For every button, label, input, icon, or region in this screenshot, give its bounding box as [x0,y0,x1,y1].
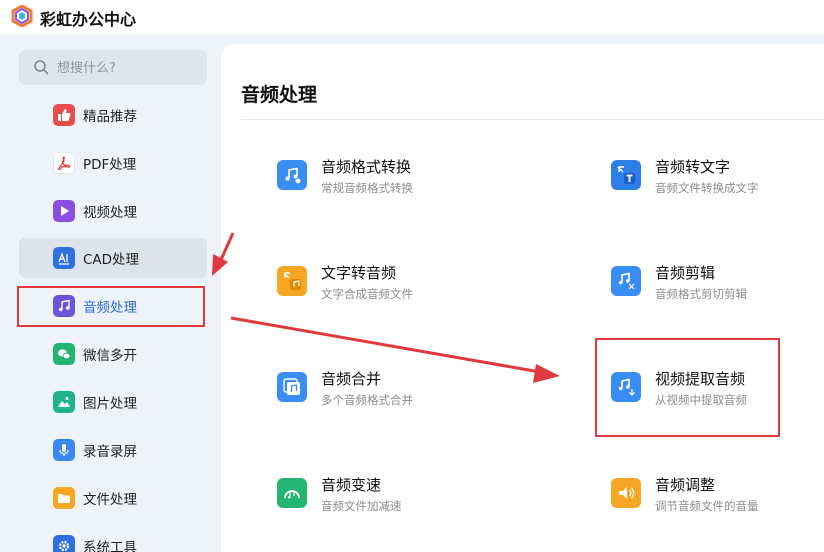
card-subtitle: 文字合成音频文件 [321,287,413,301]
card-subtitle: 音频文件转换成文字 [655,181,759,195]
volume-icon [611,478,641,508]
sidebar-item-label: CAD处理 [83,252,140,268]
page-title: 音频处理 [241,84,318,106]
sidebar-item-label: 文件处理 [83,492,137,508]
title-divider [241,119,824,120]
card-subtitle: 从视频中提取音频 [655,393,747,407]
card-subtitle: 常规音频格式转换 [321,181,413,195]
gear-icon [53,535,75,552]
music-note-icon [53,295,75,317]
card-audio-format-convert[interactable]: 音频格式转换 常规音频格式转换 [277,158,557,230]
card-subtitle: 音频格式剪切剪辑 [655,287,747,301]
sidebar-item-label: 系统工具 [83,540,137,552]
card-audio-adjust[interactable]: 音频调整 调节音频文件的音量 [611,476,824,548]
app-title: 彩虹办公中心 [40,10,137,29]
sidebar-item-wechat[interactable]: 微信多开 [19,334,207,374]
sidebar-item-recording[interactable]: 录音录屏 [19,430,207,470]
audio-convert-icon [277,160,307,190]
microphone-icon [53,439,75,461]
card-audio-merge[interactable]: 音频合并 多个音频格式合并 [277,370,557,442]
sidebar-item-label: PDF处理 [83,157,137,173]
audio-merge-icon [277,372,307,402]
card-title: 文字转音频 [321,264,397,282]
sidebar-item-audio[interactable]: 音频处理 [19,286,207,326]
sidebar-item-video[interactable]: 视频处理 [19,191,207,231]
text-to-audio-icon [277,266,307,296]
video-play-icon [53,200,75,222]
audio-to-text-icon [611,160,641,190]
audio-cut-icon [611,266,641,296]
sidebar-item-label: 视频处理 [83,205,137,221]
cad-icon [53,247,75,269]
main-panel: 音频处理 音频格式转换 常规音频格式转换 音频转文字 音频文件转换成文字 文字转… [221,44,824,552]
card-subtitle: 多个音频格式合并 [321,393,413,407]
sidebar-item-system-tools[interactable]: 系统工具 [19,526,207,552]
card-title: 音频剪辑 [655,264,716,282]
app-logo-icon [11,5,33,27]
thumbs-up-icon [53,104,75,126]
card-subtitle: 音频文件加减速 [321,499,402,513]
search-box[interactable] [19,50,207,85]
card-audio-to-text[interactable]: 音频转文字 音频文件转换成文字 [611,158,824,230]
card-title: 音频调整 [655,476,716,494]
sidebar-item-label: 录音录屏 [83,444,137,460]
card-title: 音频合并 [321,370,382,388]
sidebar-item-label: 微信多开 [83,348,137,364]
sidebar-item-files[interactable]: 文件处理 [19,478,207,518]
sidebar-item-label: 图片处理 [83,396,137,412]
pdf-icon [53,152,75,174]
card-text-to-audio[interactable]: 文字转音频 文字合成音频文件 [277,264,557,336]
image-icon [53,391,75,413]
card-title: 视频提取音频 [655,370,746,388]
audio-speed-icon [277,478,307,508]
card-title: 音频格式转换 [321,158,412,176]
search-icon [34,60,49,75]
sidebar: 精品推荐 PDF处理 视频处理 CAD处理 音频处理 微信多开 [0,34,221,552]
card-title: 音频转文字 [655,158,731,176]
sidebar-item-image[interactable]: 图片处理 [19,382,207,422]
sidebar-item-label: 音频处理 [83,300,137,316]
sidebar-item-pdf[interactable]: PDF处理 [19,143,207,183]
search-input[interactable] [57,58,197,78]
sidebar-item-label: 精品推荐 [83,109,137,125]
title-bar: 彩虹办公中心 [0,0,824,34]
card-video-extract-audio[interactable]: 视频提取音频 从视频中提取音频 [611,370,824,442]
video-extract-audio-icon [611,372,641,402]
card-audio-speed[interactable]: 音频变速 音频文件加减速 [277,476,557,548]
sidebar-item-recommended[interactable]: 精品推荐 [19,95,207,135]
card-audio-cut[interactable]: 音频剪辑 音频格式剪切剪辑 [611,264,824,336]
card-subtitle: 调节音频文件的音量 [655,499,759,513]
wechat-icon [53,343,75,365]
card-title: 音频变速 [321,476,382,494]
folder-icon [53,487,75,509]
sidebar-item-cad[interactable]: CAD处理 [19,238,207,278]
